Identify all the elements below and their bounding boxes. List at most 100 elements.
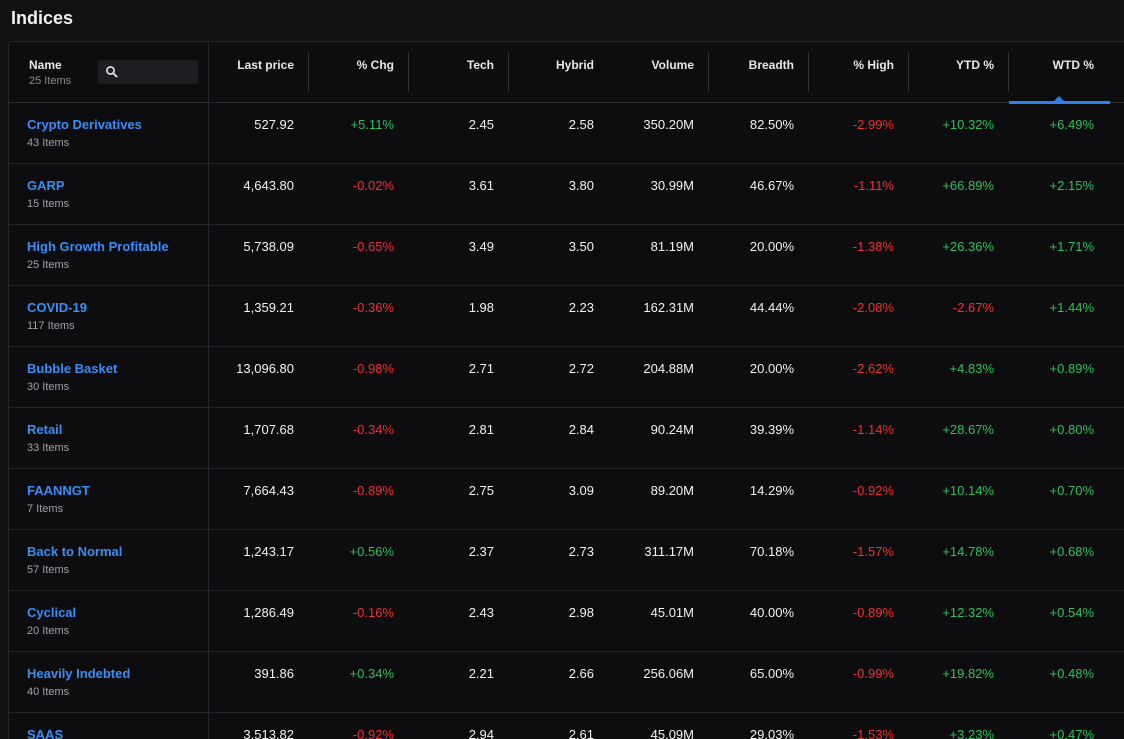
column-header-pct-high[interactable]: % High: [809, 42, 909, 102]
pct-chg-cell: -0.89%: [352, 483, 394, 498]
name-cell: Retail 33 Items: [9, 408, 209, 468]
wtd-cell: +1.71%: [1049, 239, 1094, 254]
last-price-cell: 527.92: [254, 117, 294, 132]
table-row[interactable]: FAANNGT 7 Items 7,664.43 -0.89% 2.75 3.0…: [9, 469, 1124, 530]
last-price-cell: 4,643.80: [243, 178, 294, 193]
column-header-ytd[interactable]: YTD %: [909, 42, 1009, 102]
column-header-pct-chg[interactable]: % Chg: [309, 42, 409, 102]
index-item-count: 57 Items: [27, 564, 70, 576]
table-row[interactable]: GARP 15 Items 4,643.80 -0.02% 3.61 3.80 …: [9, 164, 1124, 225]
tech-cell: 2.81: [468, 422, 494, 437]
volume-cell: 81.19M: [650, 239, 694, 254]
wtd-cell: +0.48%: [1049, 666, 1094, 681]
pct-chg-cell: -0.36%: [352, 300, 394, 315]
index-item-count: 20 Items: [27, 625, 70, 637]
column-header-tech[interactable]: Tech: [409, 42, 509, 102]
hybrid-cell: 2.98: [568, 605, 594, 620]
column-header-wtd[interactable]: WTD %: [1009, 42, 1109, 102]
wtd-cell: +0.89%: [1049, 361, 1094, 376]
volume-cell: 30.99M: [650, 178, 694, 193]
table-header: Name 25 Items Last price % Chg Tech Hybr…: [9, 42, 1124, 104]
table-row[interactable]: Heavily Indebted 40 Items 391.86 +0.34% …: [9, 652, 1124, 713]
tech-cell: 2.45: [468, 117, 494, 132]
last-price-cell: 1,359.21: [243, 300, 294, 315]
volume-cell: 90.24M: [650, 422, 694, 437]
index-name-link[interactable]: Cyclical: [27, 605, 208, 620]
name-cell: Back to Normal 57 Items: [9, 530, 209, 590]
table-row[interactable]: COVID-19 117 Items 1,359.21 -0.36% 1.98 …: [9, 286, 1124, 347]
items-count: 25 Items: [29, 75, 72, 87]
table-row[interactable]: Back to Normal 57 Items 1,243.17 +0.56% …: [9, 530, 1124, 591]
hybrid-cell: 3.09: [568, 483, 594, 498]
table-row[interactable]: SAAS 3,513.82 -0.92% 2.94 2.61 45.09M 29…: [9, 713, 1124, 739]
table-row[interactable]: Cyclical 20 Items 1,286.49 -0.16% 2.43 2…: [9, 591, 1124, 652]
index-item-count: 7 Items: [27, 503, 64, 515]
volume-cell: 45.01M: [650, 605, 694, 620]
index-name-link[interactable]: COVID-19: [27, 300, 208, 315]
wtd-cell: +6.49%: [1049, 117, 1094, 132]
pct-chg-cell: -0.02%: [352, 178, 394, 193]
tech-cell: 1.98: [468, 300, 494, 315]
pct-high-cell: -2.62%: [852, 361, 894, 376]
table-row[interactable]: Crypto Derivatives 43 Items 527.92 +5.11…: [9, 103, 1124, 164]
breadth-cell: 70.18%: [749, 544, 794, 559]
index-name-link[interactable]: Bubble Basket: [27, 361, 208, 376]
index-item-count: 117 Items: [27, 320, 75, 332]
column-header-breadth[interactable]: Breadth: [709, 42, 809, 102]
column-header-last-price[interactable]: Last price: [209, 42, 309, 102]
name-column-header[interactable]: Name 25 Items: [9, 42, 209, 102]
pct-chg-cell: -0.16%: [352, 605, 394, 620]
column-header-hybrid[interactable]: Hybrid: [509, 42, 609, 102]
index-name-link[interactable]: GARP: [27, 178, 208, 193]
ytd-cell: +12.32%: [942, 605, 994, 620]
pct-high-cell: -1.53%: [852, 727, 894, 739]
index-name-link[interactable]: Heavily Indebted: [27, 666, 208, 681]
search-input[interactable]: [98, 60, 198, 84]
page-title: Indices: [11, 8, 74, 28]
last-price-cell: 3,513.82: [243, 727, 294, 739]
volume-cell: 350.20M: [643, 117, 694, 132]
breadth-cell: 29.03%: [749, 727, 794, 739]
tech-cell: 2.37: [468, 544, 494, 559]
wtd-cell: +0.80%: [1049, 422, 1094, 437]
volume-cell: 45.09M: [650, 727, 694, 739]
volume-cell: 89.20M: [650, 483, 694, 498]
tech-cell: 2.21: [468, 666, 494, 681]
last-price-cell: 13,096.80: [236, 361, 294, 376]
tech-cell: 2.75: [468, 483, 494, 498]
table-row[interactable]: Bubble Basket 30 Items 13,096.80 -0.98% …: [9, 347, 1124, 408]
breadth-cell: 20.00%: [749, 361, 794, 376]
hybrid-cell: 2.58: [568, 117, 594, 132]
last-price-cell: 1,707.68: [243, 422, 294, 437]
pct-high-cell: -2.08%: [852, 300, 894, 315]
index-item-count: 30 Items: [27, 381, 70, 393]
index-name-link[interactable]: High Growth Profitable: [27, 239, 208, 254]
name-cell: GARP 15 Items: [9, 164, 209, 224]
column-header-volume[interactable]: Volume: [609, 42, 709, 102]
breadth-cell: 44.44%: [749, 300, 794, 315]
pct-chg-cell: +5.11%: [350, 117, 395, 132]
index-name-link[interactable]: Retail: [27, 422, 208, 437]
index-name-link[interactable]: Back to Normal: [27, 544, 208, 559]
name-cell: Heavily Indebted 40 Items: [9, 652, 209, 712]
last-price-cell: 5,738.09: [243, 239, 294, 254]
index-name-link[interactable]: Crypto Derivatives: [27, 117, 208, 132]
table-row[interactable]: Retail 33 Items 1,707.68 -0.34% 2.81 2.8…: [9, 408, 1124, 469]
tech-cell: 3.61: [468, 178, 494, 193]
index-name-link[interactable]: FAANNGT: [27, 483, 208, 498]
pct-high-cell: -0.89%: [852, 605, 894, 620]
volume-cell: 162.31M: [643, 300, 694, 315]
volume-cell: 311.17M: [644, 544, 694, 559]
hybrid-cell: 2.84: [568, 422, 594, 437]
index-name-link[interactable]: SAAS: [27, 727, 208, 739]
table-row[interactable]: High Growth Profitable 25 Items 5,738.09…: [9, 225, 1124, 286]
pct-high-cell: -1.38%: [852, 239, 894, 254]
last-price-cell: 1,286.49: [243, 605, 294, 620]
ytd-cell: +14.78%: [942, 544, 994, 559]
hybrid-cell: 2.73: [568, 544, 594, 559]
name-cell: FAANNGT 7 Items: [9, 469, 209, 529]
breadth-cell: 39.39%: [749, 422, 794, 437]
last-price-cell: 7,664.43: [243, 483, 294, 498]
pct-high-cell: -0.92%: [852, 483, 894, 498]
wtd-cell: +1.44%: [1049, 300, 1094, 315]
